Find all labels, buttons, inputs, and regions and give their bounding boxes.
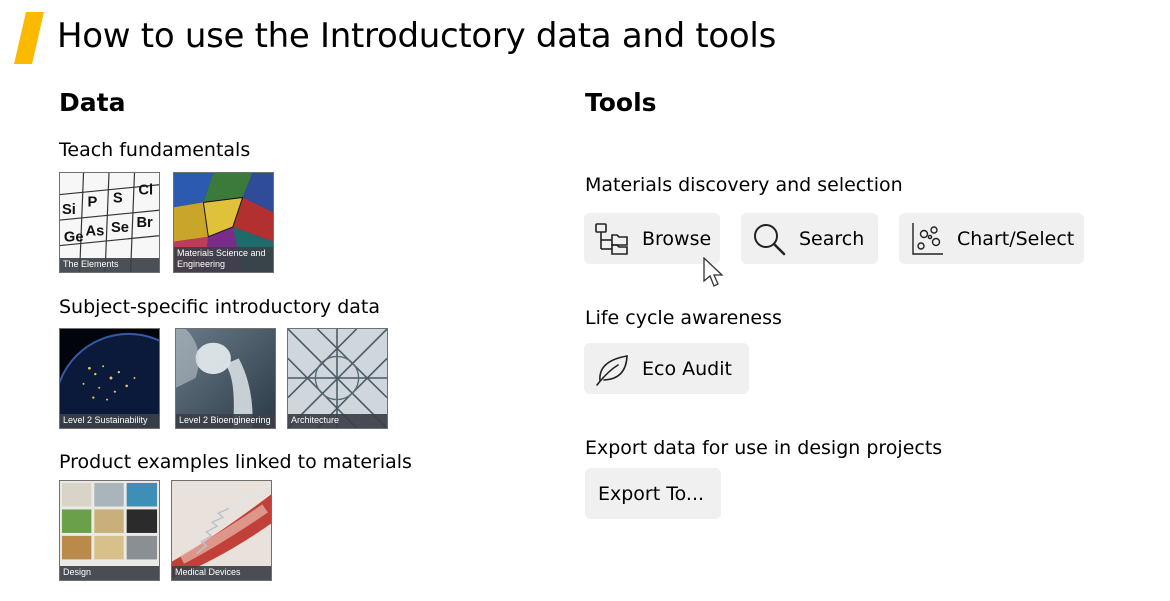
pt-symbol: P: [87, 194, 97, 210]
materials-science-thumbnail[interactable]: Materials Science and Engineering: [173, 172, 274, 273]
lifecycle-heading: Life cycle awareness: [585, 307, 782, 329]
export-heading: Export data for use in design projects: [585, 437, 943, 459]
mouse-pointer-icon: [703, 257, 724, 287]
pt-symbol: As: [85, 224, 104, 240]
chart-select-button[interactable]: Chart/Select: [899, 213, 1084, 264]
chart-select-label: Chart/Select: [957, 227, 1075, 250]
the-elements-thumbnail[interactable]: Si P S Cl Ge As Se Br The Elements: [59, 172, 160, 273]
pt-symbol: Ge: [64, 230, 84, 246]
thumbnail-caption: Level 2 Sustainability: [60, 414, 159, 428]
leaf-icon: [596, 354, 628, 386]
pt-symbol: S: [113, 190, 123, 206]
pt-symbol: Si: [62, 202, 76, 218]
data-section-title: Data: [59, 88, 126, 117]
search-button[interactable]: Search: [741, 213, 878, 264]
product-examples-heading: Product examples linked to materials: [59, 451, 412, 473]
bioengineering-thumbnail[interactable]: Level 2 Bioengineering: [175, 328, 276, 429]
eco-audit-label: Eco Audit: [642, 357, 732, 380]
design-thumbnail[interactable]: Design: [59, 480, 160, 581]
accent-slash-icon: [14, 12, 44, 64]
bubble-chart-icon: [912, 222, 943, 255]
sustainability-thumbnail[interactable]: Level 2 Sustainability: [59, 328, 160, 429]
page-title: How to use the Introductory data and too…: [57, 16, 776, 56]
thumbnail-caption: Architecture: [288, 414, 387, 428]
thumbnail-caption: Medical Devices: [172, 566, 271, 580]
discovery-heading: Materials discovery and selection: [585, 174, 903, 196]
magnifier-icon: [754, 223, 786, 255]
pt-symbol: Cl: [138, 183, 153, 199]
browse-label: Browse: [642, 227, 712, 250]
thumbnail-caption: Materials Science and Engineering: [174, 247, 273, 272]
pt-symbol: Br: [136, 215, 153, 231]
search-label: Search: [799, 227, 865, 250]
export-to-button[interactable]: Export To...: [585, 468, 721, 519]
subject-specific-heading: Subject-specific introductory data: [59, 296, 381, 318]
pt-symbol: Se: [111, 220, 129, 236]
teach-fundamentals-heading: Teach fundamentals: [59, 139, 251, 161]
thumbnail-caption: Level 2 Bioengineering: [176, 414, 275, 428]
medical-devices-thumbnail[interactable]: Medical Devices: [171, 480, 272, 581]
thumbnail-caption: The Elements: [60, 258, 159, 272]
eco-audit-button[interactable]: Eco Audit: [584, 343, 749, 394]
tree-browse-icon: [595, 222, 628, 255]
browse-button[interactable]: Browse: [584, 213, 720, 264]
thumbnail-caption: Design: [60, 566, 159, 580]
tools-section-title: Tools: [585, 88, 657, 117]
export-to-label: Export To...: [598, 482, 705, 505]
architecture-thumbnail[interactable]: Architecture: [287, 328, 388, 429]
